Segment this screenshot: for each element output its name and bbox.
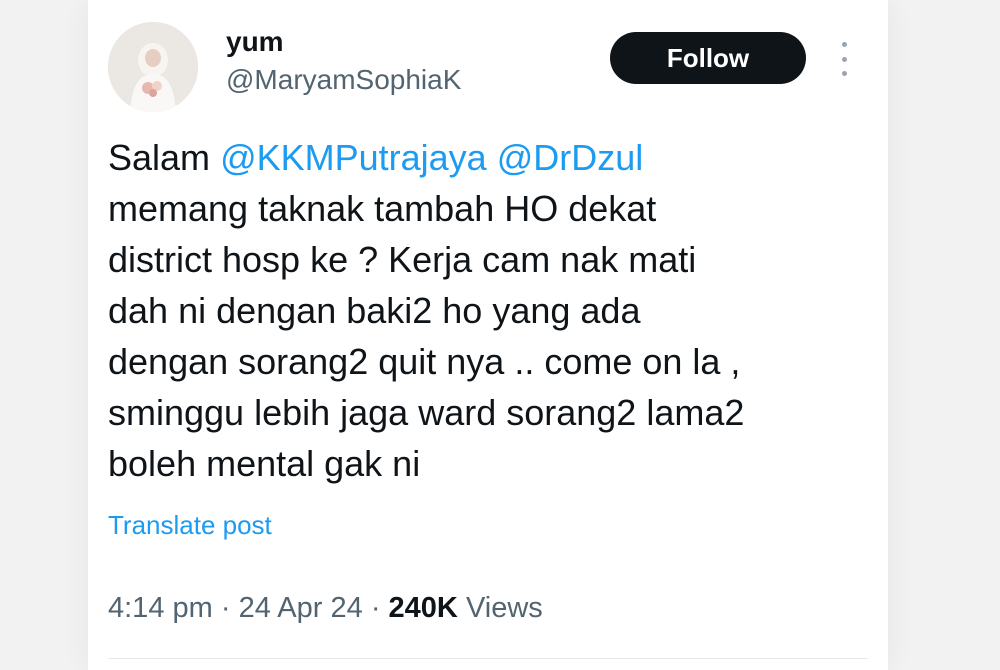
tweet-line: district hosp ke ? Kerja cam nak mati [108,239,697,280]
post-date[interactable]: 24 Apr 24 [239,592,363,624]
display-name[interactable]: yum [226,26,284,58]
avatar[interactable] [108,22,198,112]
greeting-text: Salam [108,137,211,178]
meta-separator: · [370,592,381,624]
mention-link[interactable]: @DrDzul [497,137,644,178]
tweet-line: Salam @KKMPutrajaya @DrDzul [108,132,868,183]
tweet-line: dah ni dengan baki2 ho yang ada [108,290,641,331]
divider [108,658,868,659]
tweet-line: boleh mental gak ni [108,443,421,484]
tweet-line: sminggu lebih jaga ward sorang2 lama2 [108,392,745,433]
tweet-card: yum @MaryamSophiaK Follow Salam @KKMPutr… [88,0,888,670]
follow-button[interactable]: Follow [610,32,806,84]
tweet-line: dengan sorang2 quit nya .. come on la , [108,341,741,382]
views-label: Views [465,592,543,624]
tweet-meta: 4:14 pm · 24 Apr 24 · 240K Views [108,592,543,625]
user-handle[interactable]: @MaryamSophiaK [226,64,461,96]
more-options-icon[interactable] [832,42,856,76]
mention-link[interactable]: @KKMPutrajaya [220,137,487,178]
views-count: 240K [388,592,458,624]
post-time[interactable]: 4:14 pm [108,592,213,624]
tweet-text: Salam @KKMPutrajaya @DrDzul memang takna… [108,132,868,489]
tweet-line: memang taknak tambah HO dekat [108,188,657,229]
meta-separator: · [220,592,231,624]
avatar-image [108,22,198,112]
translate-post-link[interactable]: Translate post [108,510,272,541]
